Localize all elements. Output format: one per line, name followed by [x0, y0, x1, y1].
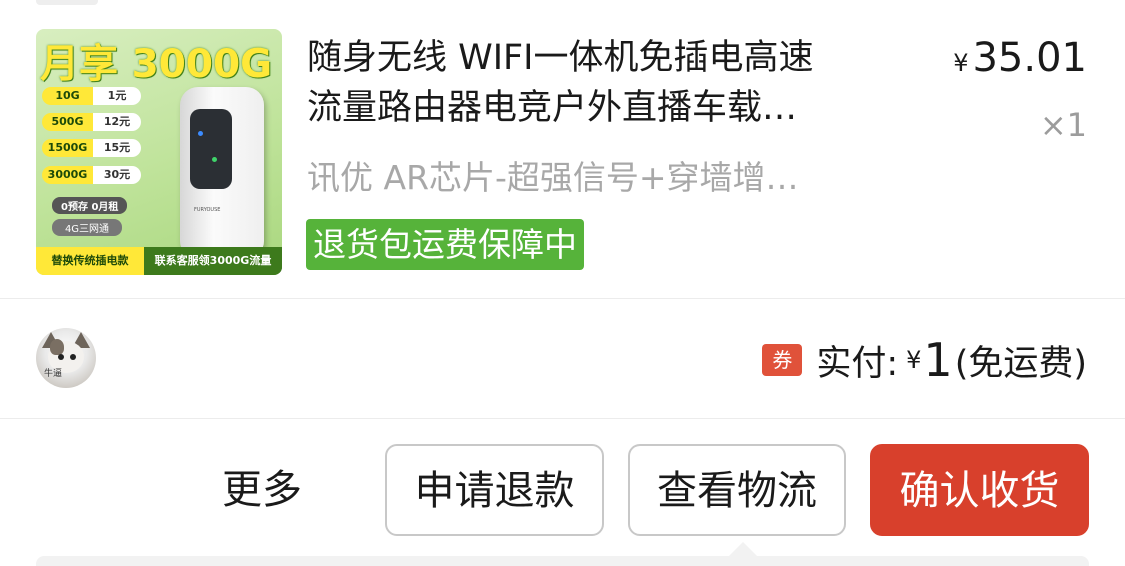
thumbnail-plan-row: 3000G 30元 [42, 166, 141, 184]
price-value: 35.01 [972, 35, 1087, 81]
quantity: ×1 [1039, 106, 1087, 144]
led-icon [198, 131, 203, 136]
plan-gb: 10G [42, 87, 93, 105]
plan-price: 15元 [93, 139, 141, 157]
thumbnail-note: 0预存 0月租 [52, 197, 128, 214]
divider [0, 298, 1125, 299]
cat-eye [58, 354, 64, 360]
logistics-info-panel[interactable] [36, 556, 1089, 566]
paid-currency: ¥ [906, 346, 922, 374]
led-icon [212, 157, 217, 162]
thumbnail-banner-left: 替换传统插电款 [36, 247, 144, 275]
thumbnail-plan-row: 1500G 15元 [42, 139, 141, 157]
thumbnail-plan-row: 10G 1元 [42, 87, 141, 105]
unit-price: ¥35.01 [953, 33, 1087, 88]
device-screen [190, 109, 232, 189]
request-refund-button[interactable]: 申请退款 [385, 444, 604, 536]
plan-price: 30元 [93, 166, 141, 184]
plan-gb: 1500G [42, 139, 93, 157]
plan-gb: 3000G [42, 166, 93, 184]
thumbnail-plan-row: 500G 12元 [42, 113, 141, 131]
thumbnail-network: 4G三网通 [52, 219, 122, 236]
cat-eye [70, 354, 76, 360]
paid-amount: 1 [923, 333, 953, 387]
thumbnail-banner: 替换传统插电款 联系客服领3000G流量 [36, 247, 282, 275]
panel-pointer [729, 542, 757, 556]
coupon-icon: 券 [762, 344, 803, 376]
more-button[interactable]: 更多 [222, 462, 302, 518]
shop-avatar[interactable]: 牛逼 [36, 328, 96, 388]
thumbnail-headline: 月享 3000G [40, 42, 273, 87]
product-title[interactable]: 随身无线 WIFI一体机免插电高速 流量路由器电竞户外直播车载… [307, 33, 927, 133]
product-title-line: 流量路由器电竞户外直播车载… [307, 88, 798, 128]
plan-price: 1元 [93, 87, 141, 105]
paid-label: 实付: [816, 343, 899, 384]
plan-price: 12元 [93, 113, 141, 131]
confirm-receipt-button[interactable]: 确认收货 [870, 444, 1089, 536]
order-card: 月享 3000G 10G 1元 500G 12元 1500G 15元 3000G… [0, 0, 1125, 566]
payment-summary: 券 实付: ¥ 1 (免运费) [762, 333, 1087, 387]
product-row[interactable]: 月享 3000G 10G 1元 500G 12元 1500G 15元 3000G… [0, 0, 1125, 298]
avatar-caption: 牛逼 [44, 369, 63, 379]
price-currency: ¥ [953, 49, 969, 77]
cat-patch [50, 339, 64, 355]
divider [0, 418, 1125, 419]
wifi-device-illustration: FURYOUSE [180, 87, 264, 259]
product-thumbnail[interactable]: 月享 3000G 10G 1元 500G 12元 1500G 15元 3000G… [36, 29, 282, 275]
device-brand: FURYOUSE [194, 207, 221, 213]
shipping-note: (免运费) [954, 343, 1087, 384]
view-logistics-button[interactable]: 查看物流 [628, 444, 846, 536]
thumbnail-banner-right: 联系客服领3000G流量 [144, 247, 282, 275]
product-spec: 讯优 AR芯片-超强信号+穿墙增… [307, 158, 799, 197]
return-shipping-badge: 退货包运费保障中 [306, 219, 584, 270]
product-title-line: 随身无线 WIFI一体机免插电高速 [307, 38, 814, 78]
plan-gb: 500G [42, 113, 93, 131]
